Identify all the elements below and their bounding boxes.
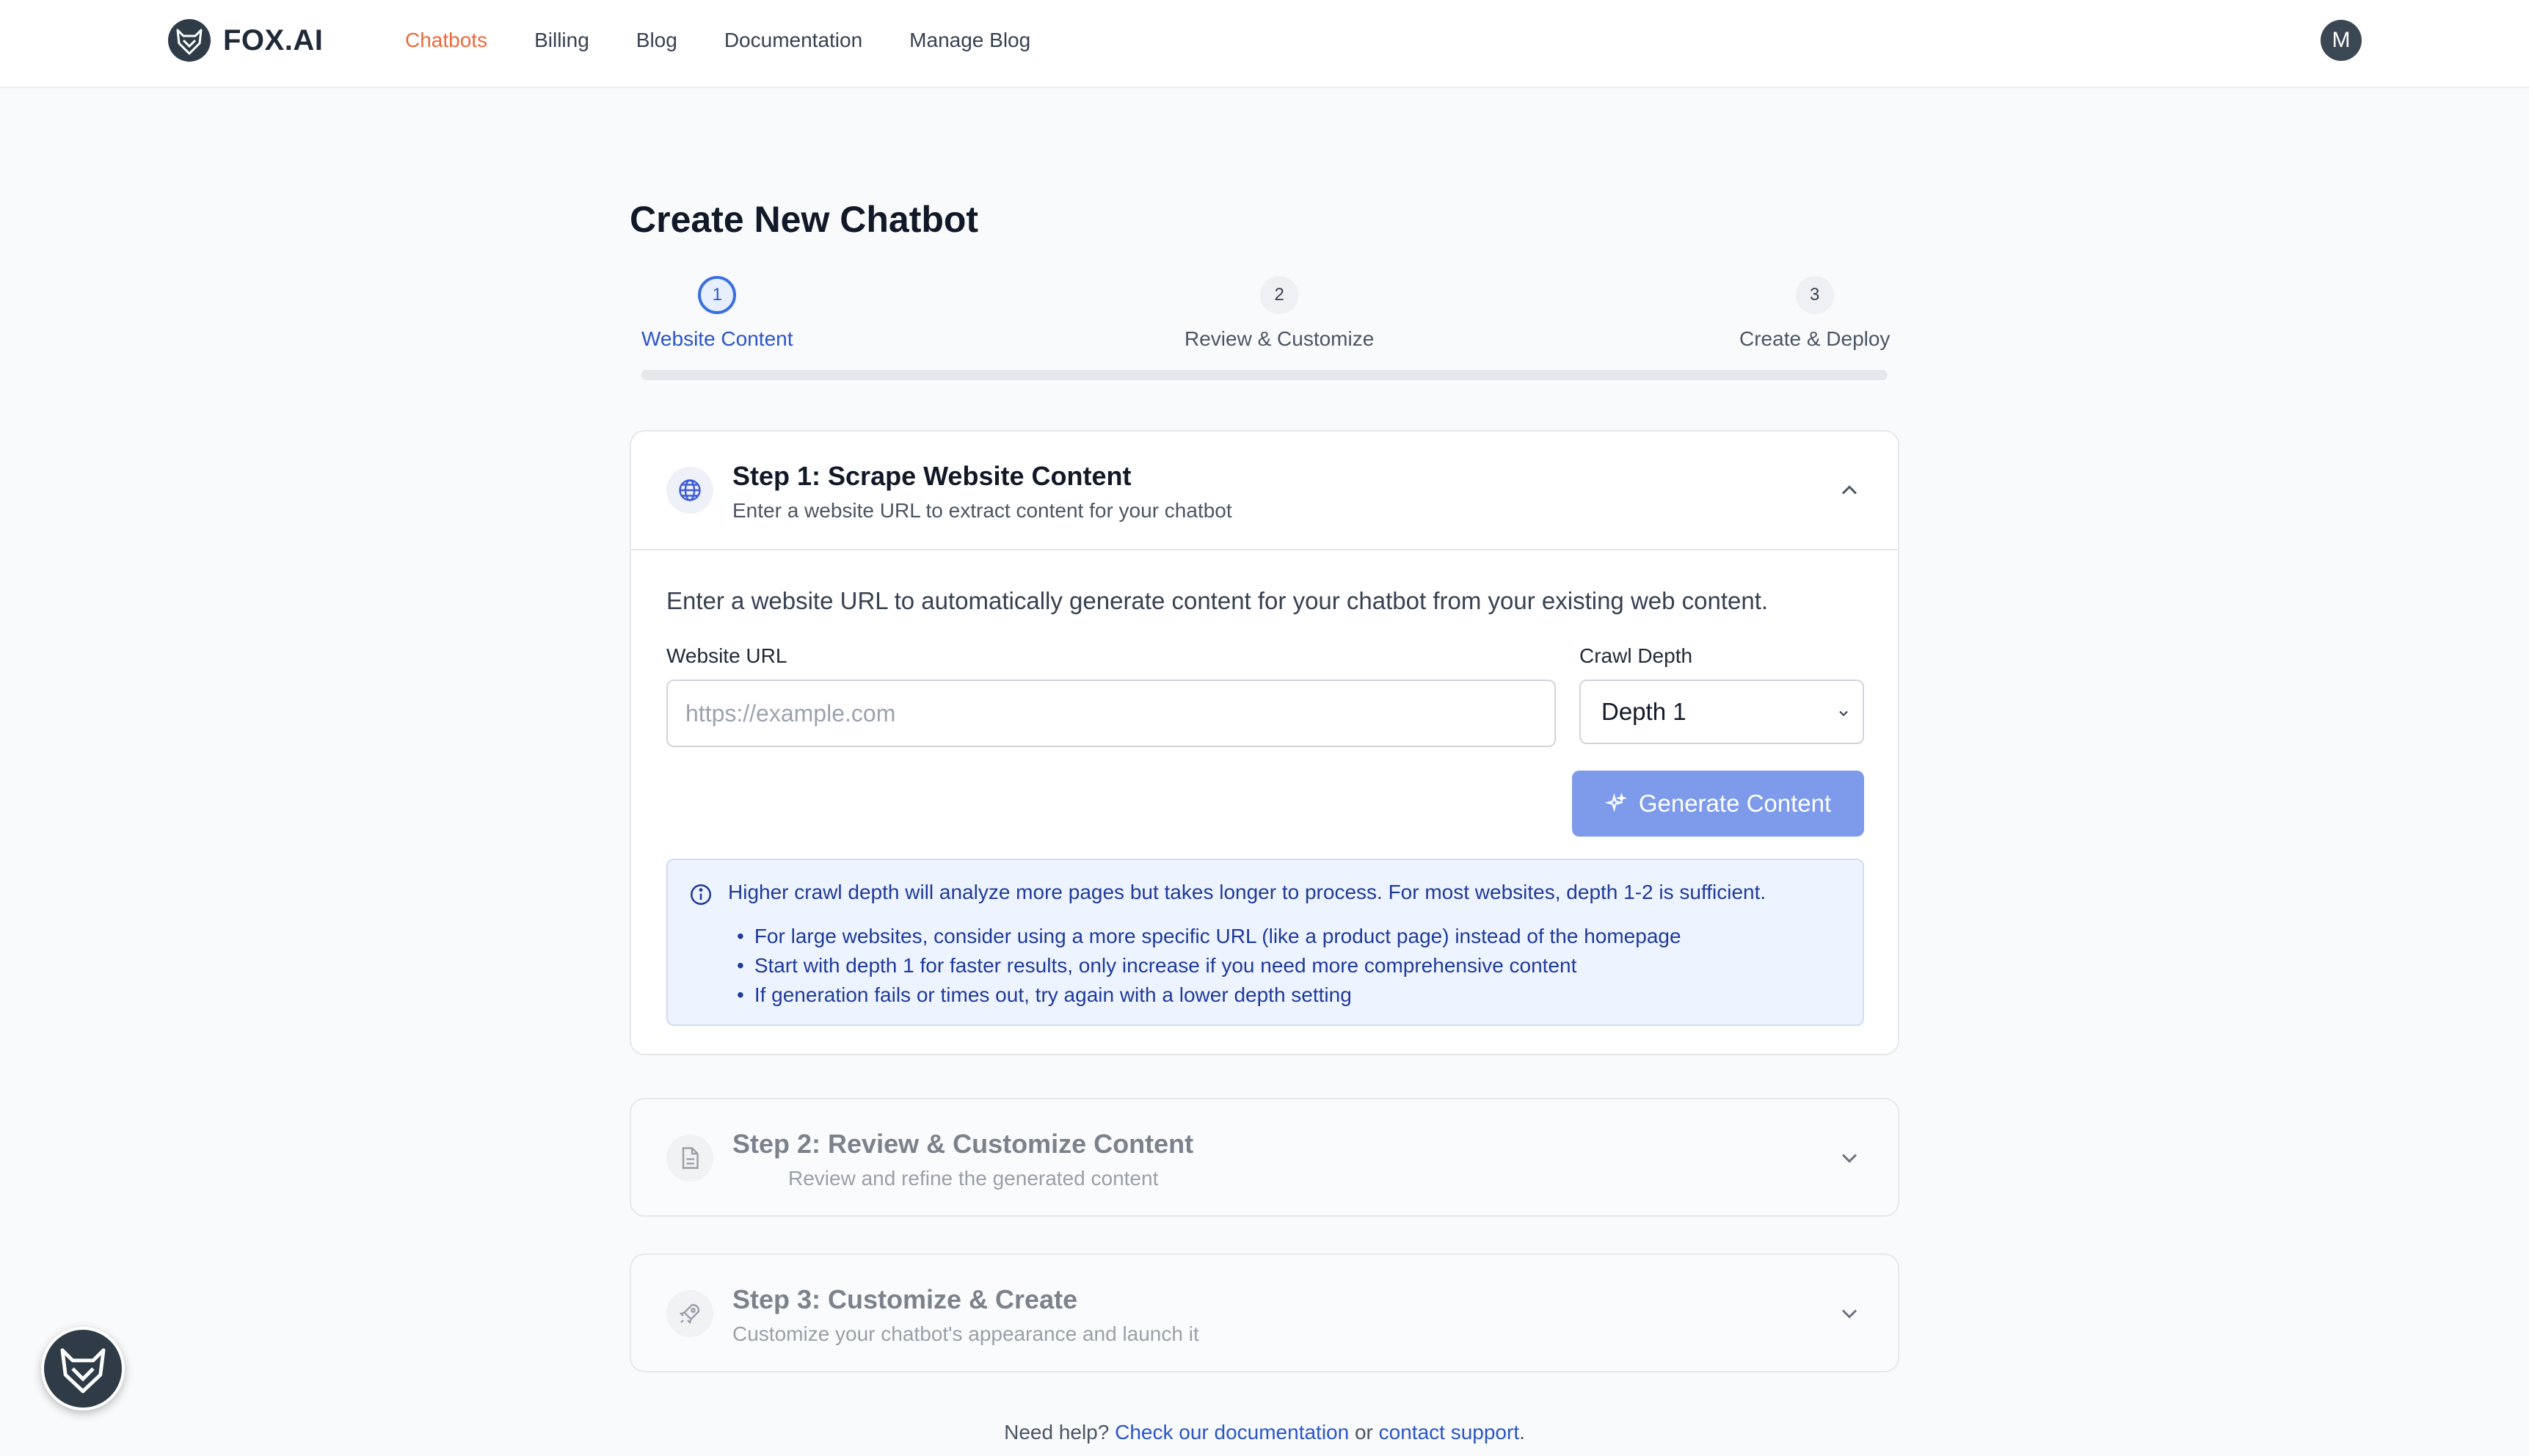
step1-card: Step 1: Scrape Website Content Enter a w…	[630, 430, 1899, 1055]
step-label: Website Content	[641, 327, 793, 350]
tips-list: For large websites, consider using a mor…	[737, 922, 1681, 1010]
fox-logo-icon	[168, 19, 211, 62]
step1-header[interactable]: Step 1: Scrape Website Content Enter a w…	[631, 432, 1898, 549]
globe-icon	[679, 479, 701, 501]
step-number: 1	[698, 276, 737, 314]
stepper-progress-bar	[641, 370, 1888, 380]
nav-link-blog[interactable]: Blog	[636, 29, 677, 52]
fox-logo-icon	[60, 1348, 106, 1394]
sparkles-icon	[1604, 793, 1627, 812]
stepper-step-3[interactable]: 3 Create & Deploy	[1739, 276, 1890, 351]
stepper-step-2[interactable]: 2 Review & Customize	[1185, 276, 1374, 351]
step3-card[interactable]: Step 3: Customize & Create Customize you…	[630, 1253, 1899, 1372]
list-item: If generation fails or times out, try ag…	[737, 980, 1681, 1010]
chevron-down-icon	[1839, 710, 1848, 716]
generate-content-button[interactable]: Generate Content	[1572, 771, 1864, 837]
help-footer: Need help? Check our documentation or co…	[630, 1421, 1899, 1444]
step3-header[interactable]: Step 3: Customize & Create Customize you…	[631, 1255, 1898, 1372]
brand-name: FOX.AI	[223, 23, 324, 57]
step1-icon-wrap	[666, 467, 713, 514]
contact-support-link[interactable]: contact support	[1379, 1421, 1519, 1444]
step-number: 2	[1260, 276, 1299, 314]
list-item: For large websites, consider using a mor…	[737, 922, 1681, 951]
step2-title: Step 2: Review & Customize Content	[732, 1129, 1194, 1159]
chevron-down-icon[interactable]	[1836, 1145, 1863, 1171]
info-main-text: Higher crawl depth will analyze more pag…	[728, 881, 1766, 903]
info-icon	[690, 884, 712, 906]
step3-icon-wrap	[666, 1290, 713, 1337]
nav-link-chatbots[interactable]: Chatbots	[405, 29, 487, 52]
step2-header[interactable]: Step 2: Review & Customize Content Revie…	[631, 1099, 1898, 1217]
step1-intro: Enter a website URL to automatically gen…	[666, 587, 1769, 614]
step-number: 3	[1795, 276, 1834, 314]
nav-link-manage-blog[interactable]: Manage Blog	[909, 29, 1030, 52]
step2-subtitle: Review and refine the generated content	[788, 1167, 1159, 1190]
top-navbar: FOX.AI Chatbots Billing Blog Documentati…	[0, 0, 2529, 88]
step3-title: Step 3: Customize & Create	[732, 1284, 1078, 1314]
crawl-info-box: Higher crawl depth will analyze more pag…	[666, 859, 1864, 1026]
help-middle: or	[1354, 1421, 1373, 1444]
step2-icon-wrap	[666, 1135, 713, 1182]
brand-logo[interactable]: FOX.AI	[167, 18, 323, 62]
website-url-input[interactable]	[666, 680, 1556, 747]
stepper-step-1[interactable]: 1 Website Content	[641, 276, 793, 351]
step1-title: Step 1: Scrape Website Content	[732, 461, 1132, 491]
help-prefix: Need help?	[1004, 1421, 1110, 1444]
step1-body: Enter a website URL to automatically gen…	[631, 549, 1898, 1054]
chat-widget-button[interactable]	[41, 1327, 125, 1410]
user-avatar[interactable]: M	[2321, 20, 2362, 61]
crawl-depth-select[interactable]: Depth 1	[1579, 680, 1864, 744]
step-label: Review & Customize	[1185, 327, 1375, 350]
page-title: Create New Chatbot	[630, 199, 979, 240]
list-item: Start with depth 1 for faster results, o…	[737, 951, 1681, 980]
main-nav: Chatbots Billing Blog Documentation Mana…	[405, 0, 1077, 81]
document-icon	[682, 1147, 699, 1169]
step-label: Create & Deploy	[1739, 327, 1891, 350]
crawl-depth-value: Depth 1	[1601, 698, 1686, 725]
step3-subtitle: Customize your chatbot's appearance and …	[732, 1322, 1199, 1345]
step2-card[interactable]: Step 2: Review & Customize Content Revie…	[630, 1098, 1899, 1217]
generate-content-label: Generate Content	[1638, 790, 1832, 817]
help-suffix: .	[1519, 1421, 1525, 1444]
website-url-label: Website URL	[666, 644, 787, 667]
crawl-depth-label: Crawl Depth	[1579, 644, 1693, 667]
documentation-link[interactable]: Check our documentation	[1115, 1421, 1349, 1444]
chevron-up-icon[interactable]	[1836, 477, 1863, 503]
step1-subtitle: Enter a website URL to extract content f…	[732, 499, 1232, 522]
rocket-icon	[679, 1303, 700, 1325]
nav-link-documentation[interactable]: Documentation	[724, 29, 862, 52]
chevron-down-icon[interactable]	[1836, 1300, 1863, 1327]
nav-link-billing[interactable]: Billing	[534, 29, 589, 52]
